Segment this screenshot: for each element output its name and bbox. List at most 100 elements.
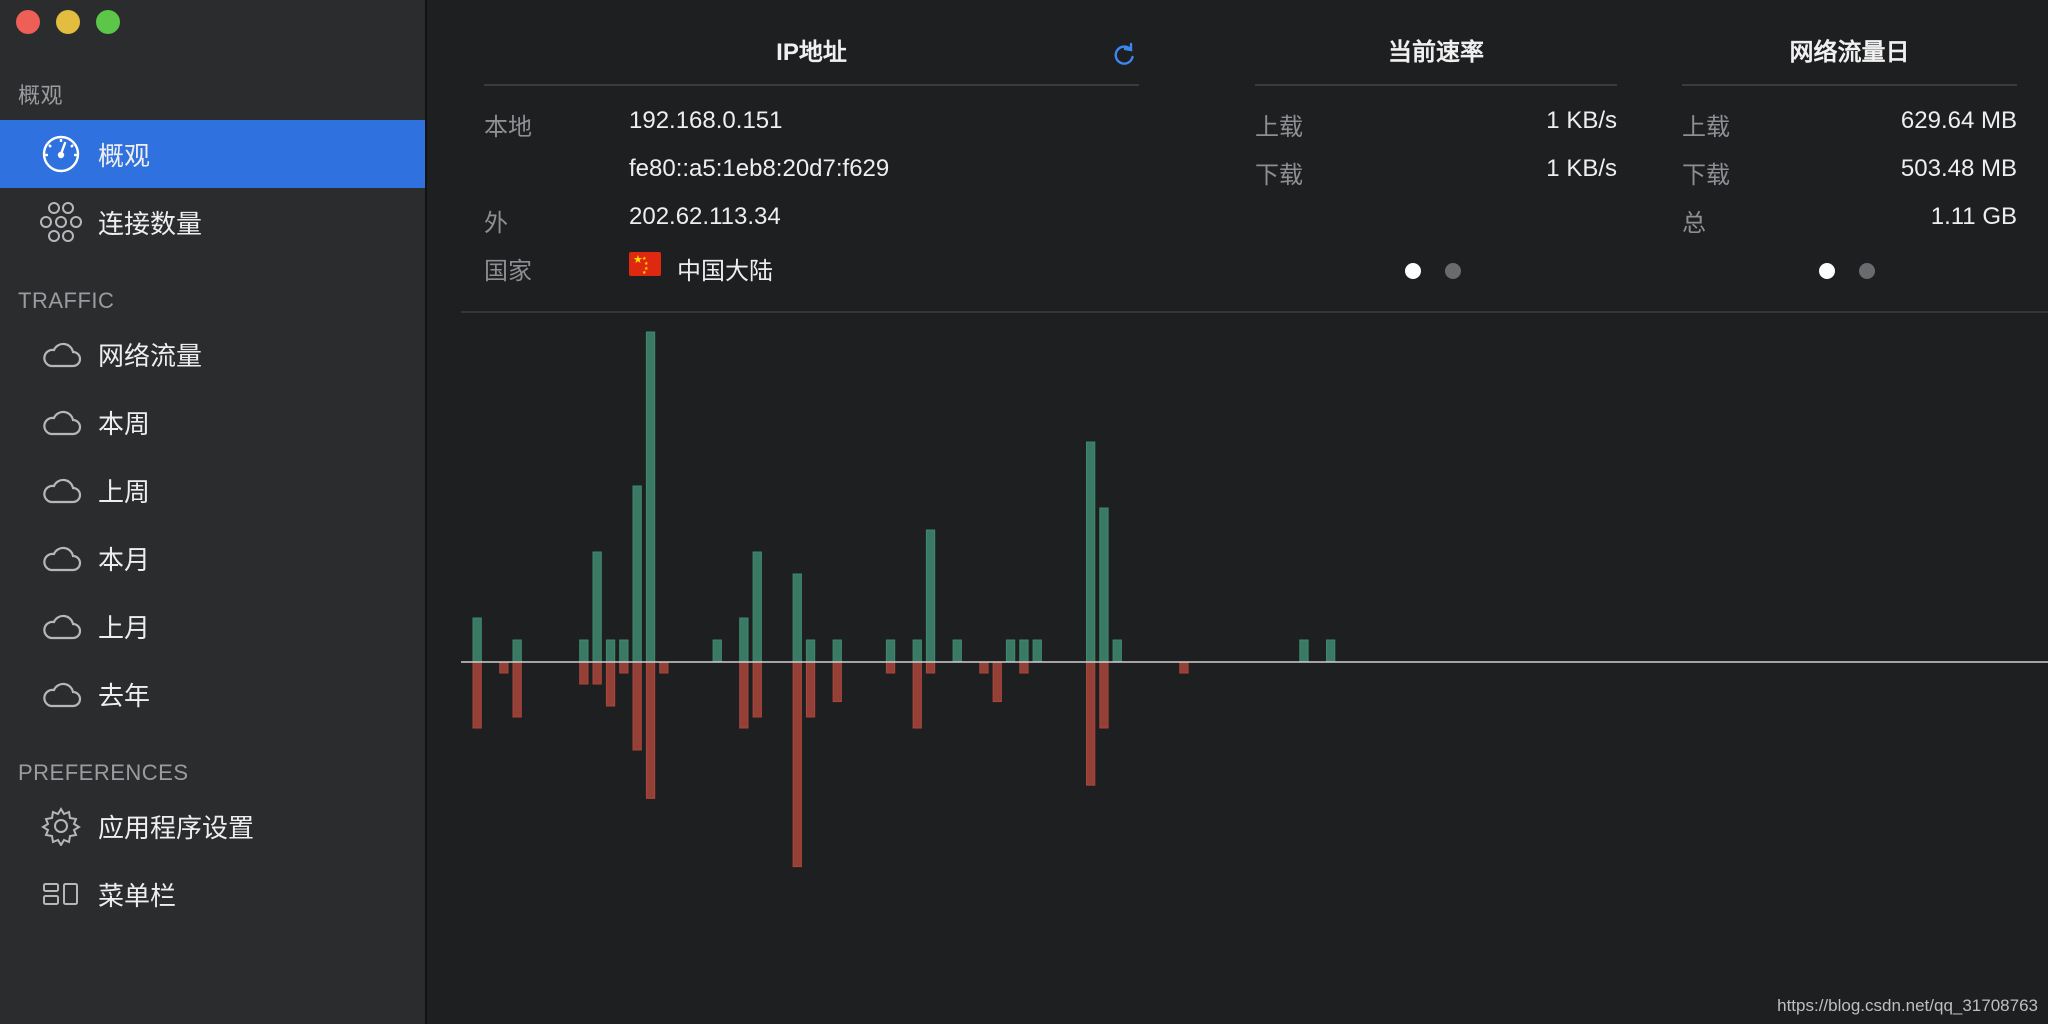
daily-download-value: 503.48 MB: [1900, 155, 2017, 182]
download-bar: [912, 661, 922, 729]
upload-bar: [579, 639, 589, 663]
sidebar-item-menubar[interactable]: 菜单栏: [0, 860, 425, 928]
sidebar-item-label: 上周: [98, 476, 151, 507]
download-bar: [1099, 661, 1109, 729]
download-bar: [1086, 661, 1096, 786]
download-bar: [1179, 661, 1189, 674]
upload-bar: [1112, 639, 1122, 663]
local-ipv6-value: fe80::a5:1eb8:20d7:f629: [629, 155, 890, 182]
upload-bar: [912, 639, 922, 663]
cloud-icon: [40, 537, 82, 579]
sidebar-item-label: 上月: [98, 612, 151, 643]
download-bar: [579, 661, 589, 685]
sidebar-item-last-year[interactable]: 去年: [0, 660, 425, 728]
download-bar: [512, 661, 522, 718]
sidebar-item-last-week[interactable]: 上周: [0, 456, 425, 524]
gear-icon: [40, 805, 82, 847]
sidebar: 概观 概观 连接数量 TRAFFIC 网络流量 本周 上周 本月 上月 去年 P…: [0, 0, 427, 1024]
ip-row-label: 本地: [484, 114, 532, 141]
sidebar-item-this-week[interactable]: 本周: [0, 388, 425, 456]
upload-bar: [1019, 639, 1029, 663]
china-flag-icon: ★ ★ ★ ★ ★: [629, 252, 661, 276]
upload-bar: [619, 639, 629, 663]
close-window-button[interactable]: [16, 10, 40, 34]
sidebar-item-label: 本月: [98, 544, 151, 575]
window-controls: [16, 10, 120, 34]
header-divider: [461, 311, 2048, 313]
upload-bar: [1005, 639, 1016, 663]
upload-bar: [1299, 639, 1309, 663]
upload-bar: [885, 639, 896, 663]
sidebar-item-network-traffic[interactable]: 网络流量: [0, 320, 425, 388]
refresh-icon[interactable]: [1111, 42, 1137, 68]
daily-download-label: 下载: [1682, 162, 1730, 189]
ip-row-label: 国家: [484, 258, 532, 285]
sidebar-item-label: 去年: [98, 680, 151, 711]
upload-bar: [712, 639, 722, 663]
download-bar: [992, 661, 1002, 703]
daily-page-dot-2[interactable]: [1859, 263, 1875, 279]
sidebar-item-connections[interactable]: 连接数量: [0, 188, 425, 256]
daily-section-divider: [1682, 84, 2017, 86]
download-bar: [499, 661, 509, 674]
sidebar-item-label: 应用程序设置: [98, 812, 255, 843]
sidebar-item-label: 菜单栏: [98, 880, 177, 911]
section-title-overview: 概观: [18, 83, 64, 108]
download-bar: [632, 661, 642, 751]
upload-bar: [925, 529, 936, 663]
cloud-icon: [40, 673, 82, 715]
download-bar: [752, 661, 762, 718]
country-value: 中国大陆: [677, 258, 773, 285]
ip-section-title: IP地址: [776, 39, 847, 66]
sidebar-item-overview[interactable]: 概观: [0, 120, 425, 188]
download-bar: [645, 661, 656, 799]
upload-bar: [512, 639, 522, 663]
traffic-bar-chart: [461, 331, 2048, 868]
sidebar-item-this-month[interactable]: 本月: [0, 524, 425, 592]
download-bar: [659, 661, 669, 674]
download-bar: [832, 661, 842, 703]
section-title-traffic: TRAFFIC: [18, 288, 115, 313]
sidebar-item-label: 概观: [98, 140, 151, 171]
sidebar-item-label: 本周: [98, 408, 151, 439]
sidebar-item-last-month[interactable]: 上月: [0, 592, 425, 660]
download-bar: [1019, 661, 1029, 674]
main-panel: IP地址 本地 192.168.0.151 fe80::a5:1eb8:20d7…: [429, 0, 2048, 1024]
download-bar: [805, 661, 816, 718]
speed-download-value: 1 KB/s: [1546, 155, 1617, 182]
speed-section-title: 当前速率: [1388, 39, 1484, 66]
download-bar: [605, 661, 616, 707]
download-bar: [592, 661, 602, 685]
sidebar-item-app-settings[interactable]: 应用程序设置: [0, 792, 425, 860]
ip-section-divider: [484, 84, 1139, 86]
upload-bar: [792, 573, 802, 663]
upload-bar: [739, 617, 749, 663]
minimize-window-button[interactable]: [56, 10, 80, 34]
download-bar: [792, 661, 802, 868]
upload-bar: [805, 639, 816, 663]
upload-bar: [645, 331, 656, 663]
zoom-window-button[interactable]: [96, 10, 120, 34]
daily-page-dot-1[interactable]: [1819, 263, 1835, 279]
download-bar: [619, 661, 629, 674]
daily-upload-label: 上载: [1682, 114, 1730, 141]
upload-bar: [952, 639, 962, 663]
external-ip-value: 202.62.113.34: [629, 203, 781, 230]
daily-section-title: 网络流量日: [1789, 39, 1910, 66]
download-bar: [739, 661, 749, 729]
speed-page-dot-1[interactable]: [1405, 263, 1421, 279]
speed-page-dot-2[interactable]: [1445, 263, 1461, 279]
cloud-icon: [40, 401, 82, 443]
daily-total-label: 总: [1682, 210, 1706, 237]
download-bar: [979, 661, 989, 674]
section-title-preferences: PREFERENCES: [18, 760, 189, 785]
speed-section-divider: [1255, 84, 1617, 86]
menubar-icon: [40, 873, 82, 915]
upload-bar: [1326, 639, 1336, 663]
upload-bar: [472, 617, 482, 663]
cloud-icon: [40, 469, 82, 511]
daily-upload-value: 629.64 MB: [1900, 107, 2017, 134]
upload-bar: [605, 639, 616, 663]
upload-bar: [752, 551, 762, 663]
local-ipv4-value: 192.168.0.151: [629, 107, 783, 134]
